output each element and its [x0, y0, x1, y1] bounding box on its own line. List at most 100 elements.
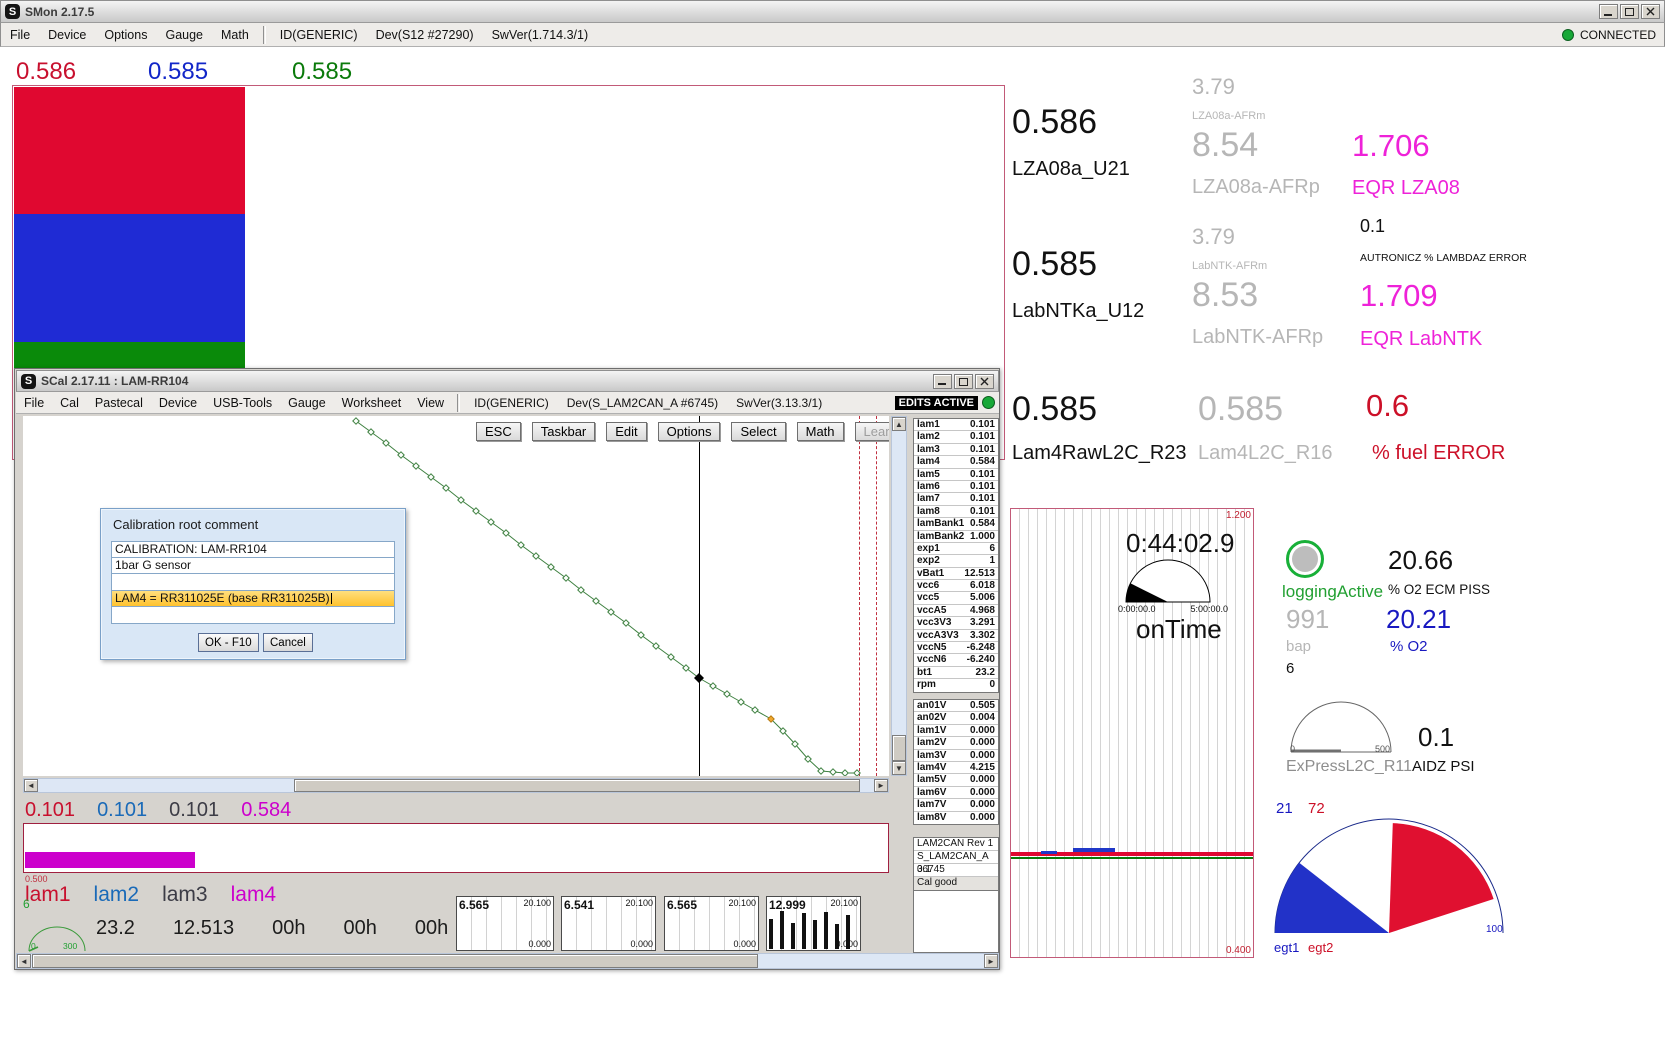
scal-menu-item[interactable]: Worksheet [334, 394, 410, 412]
info-line: S_LAM2CAN_A 3.1 [914, 851, 998, 864]
toolbar-button[interactable]: ESC [476, 422, 521, 441]
watch-row[interactable]: lam5 0.101 [914, 469, 998, 481]
vscroll-thumb[interactable] [892, 735, 906, 761]
scal-menu-item[interactable]: Device [151, 394, 205, 412]
scal-menu-item[interactable]: USB-Tools [205, 394, 280, 412]
mini-min: 0.000 [630, 939, 653, 949]
connected-indicator-icon [1562, 29, 1574, 41]
scal-menu-item[interactable]: Cal [52, 394, 87, 412]
watch-value: 0.004 [970, 712, 995, 723]
mini-pulse-bars [769, 911, 850, 949]
watch-row[interactable]: lamBank1 0.584 [914, 518, 998, 530]
comment-field[interactable]: CALIBRATION: LAM-RR104 [111, 541, 395, 558]
maximize-button[interactable] [954, 374, 973, 389]
watch-row[interactable]: vcc3V3 3.291 [914, 617, 998, 629]
watch-row[interactable]: lam4 0.584 [914, 456, 998, 468]
minimize-button[interactable] [1599, 4, 1618, 19]
smon-titlebar[interactable]: S SMon 2.17.5 [0, 0, 1665, 23]
toolbar-button[interactable]: Learn [855, 422, 889, 441]
smon-menu-item[interactable]: Math [212, 25, 258, 45]
watch-row[interactable]: exp2 1 [914, 555, 998, 567]
scroll-down-icon[interactable]: ▼ [892, 761, 906, 775]
watch-row[interactable]: vcc6 6.018 [914, 580, 998, 592]
toolbar-button[interactable]: Options [658, 422, 721, 441]
scal-menu-item[interactable]: Pastecal [87, 394, 151, 412]
toolbar-button[interactable]: Select [731, 422, 785, 441]
comment-field[interactable]: LAM4 = RR311025E (base RR311025B) [111, 591, 395, 608]
mini-chart-1: 6.565 20.100 0.000 [456, 896, 554, 951]
watch-value: 0.000 [970, 787, 995, 798]
watch-row[interactable]: lam6 0.101 [914, 481, 998, 493]
graph-vscrollbar[interactable]: ▲ ▼ [891, 416, 907, 776]
smon-menu-item[interactable]: Device [39, 25, 95, 45]
scroll-left-icon[interactable]: ◄ [24, 779, 38, 792]
scal-device-info: ID(GENERIC) [465, 396, 558, 410]
smon-menu-item[interactable]: Options [95, 25, 156, 45]
watch-row[interactable]: bt1 23.2 [914, 667, 998, 679]
smon-menu-item[interactable]: Gauge [156, 25, 212, 45]
mini-max: 20.100 [830, 898, 858, 908]
cancel-button[interactable]: Cancel [263, 633, 313, 652]
maximize-button[interactable] [1620, 4, 1639, 19]
watch-row[interactable]: vccN6 -6.240 [914, 654, 998, 666]
toolbar-button[interactable]: Math [797, 422, 844, 441]
hscroll-thumb[interactable] [294, 779, 860, 792]
watch-name: lam6V [917, 787, 946, 798]
scal-device-info: SwVer(3.13.3/1) [727, 396, 831, 410]
watch-name: lam7V [917, 799, 946, 810]
watch-row[interactable]: vccA3V3 3.302 [914, 630, 998, 642]
watch-row[interactable]: lam4V 4.215 [914, 762, 998, 774]
toolbar-button[interactable]: Taskbar [532, 422, 596, 441]
ontime-value: 0:44:02.9 [1126, 528, 1234, 559]
graph-hscrollbar[interactable]: ◄ ► [23, 778, 889, 793]
watch-row[interactable]: lam8 0.101 [914, 506, 998, 518]
ontime-max-label: 5:00:00.0 [1190, 604, 1228, 614]
watch-row[interactable]: lam2 0.101 [914, 431, 998, 443]
scroll-left-icon[interactable]: ◄ [17, 954, 31, 968]
watch-row[interactable]: vccN5 -6.248 [914, 642, 998, 654]
comment-field[interactable] [111, 607, 395, 624]
watch-row[interactable]: vcc5 5.006 [914, 592, 998, 604]
minimize-button[interactable] [933, 374, 952, 389]
scal-titlebar[interactable]: S SCal 2.17.11 : LAM-RR104 [16, 370, 999, 392]
watch-row[interactable]: lam3 0.101 [914, 444, 998, 456]
egt2-label: egt2 [1308, 940, 1333, 955]
watch-row[interactable]: lam8V 0.000 [914, 812, 998, 824]
smon-menu-item[interactable]: File [1, 25, 39, 45]
watch-row[interactable]: lam1V 0.000 [914, 725, 998, 737]
scroll-up-icon[interactable]: ▲ [892, 417, 906, 431]
close-button[interactable] [975, 374, 994, 389]
watch-list-main[interactable]: lam1 0.101 lam2 0.101 lam3 0.101 lam4 0.… [913, 418, 999, 693]
scal-menu-item[interactable]: File [16, 394, 52, 412]
readout-afrm-label: LZA08a-AFRm [1192, 110, 1265, 122]
comment-field[interactable]: 1bar G sensor [111, 558, 395, 575]
watch-row[interactable]: lam2V 0.000 [914, 737, 998, 749]
watch-value: 0.000 [970, 725, 995, 736]
watch-row[interactable]: vBat1 12.513 [914, 568, 998, 580]
watch-row[interactable]: vccA5 4.968 [914, 605, 998, 617]
watch-row[interactable]: lam7V 0.000 [914, 799, 998, 811]
close-button[interactable] [1641, 4, 1660, 19]
watch-row[interactable]: lam5V 0.000 [914, 774, 998, 786]
watch-list-voltages[interactable]: an01V 0.505 an02V 0.004 lam1V 0.000 lam2… [913, 699, 999, 825]
watch-row[interactable]: lam3V 0.000 [914, 750, 998, 762]
watch-row[interactable]: exp1 6 [914, 543, 998, 555]
hscroll-thumb[interactable] [32, 954, 758, 968]
scroll-right-icon[interactable]: ► [874, 779, 888, 792]
ok-button[interactable]: OK - F10 [198, 633, 259, 652]
watch-row[interactable]: an01V 0.505 [914, 700, 998, 712]
scal-menu-item[interactable]: View [409, 394, 452, 412]
watch-row[interactable]: rpm 0 [914, 679, 998, 691]
lam4-bar [25, 852, 195, 868]
watch-row[interactable]: lam7 0.101 [914, 493, 998, 505]
watch-row[interactable]: lam6V 0.000 [914, 787, 998, 799]
scal-bottom-scrollbar[interactable]: ◄ ► [16, 953, 999, 969]
watch-name: lam6 [917, 481, 940, 492]
watch-row[interactable]: an02V 0.004 [914, 712, 998, 724]
toolbar-button[interactable]: Edit [606, 422, 646, 441]
watch-row[interactable]: lamBank2 1.000 [914, 531, 998, 543]
watch-row[interactable]: lam1 0.101 [914, 419, 998, 431]
comment-field[interactable] [111, 574, 395, 591]
scroll-right-icon[interactable]: ► [984, 954, 998, 968]
scal-menu-item[interactable]: Gauge [280, 394, 334, 412]
